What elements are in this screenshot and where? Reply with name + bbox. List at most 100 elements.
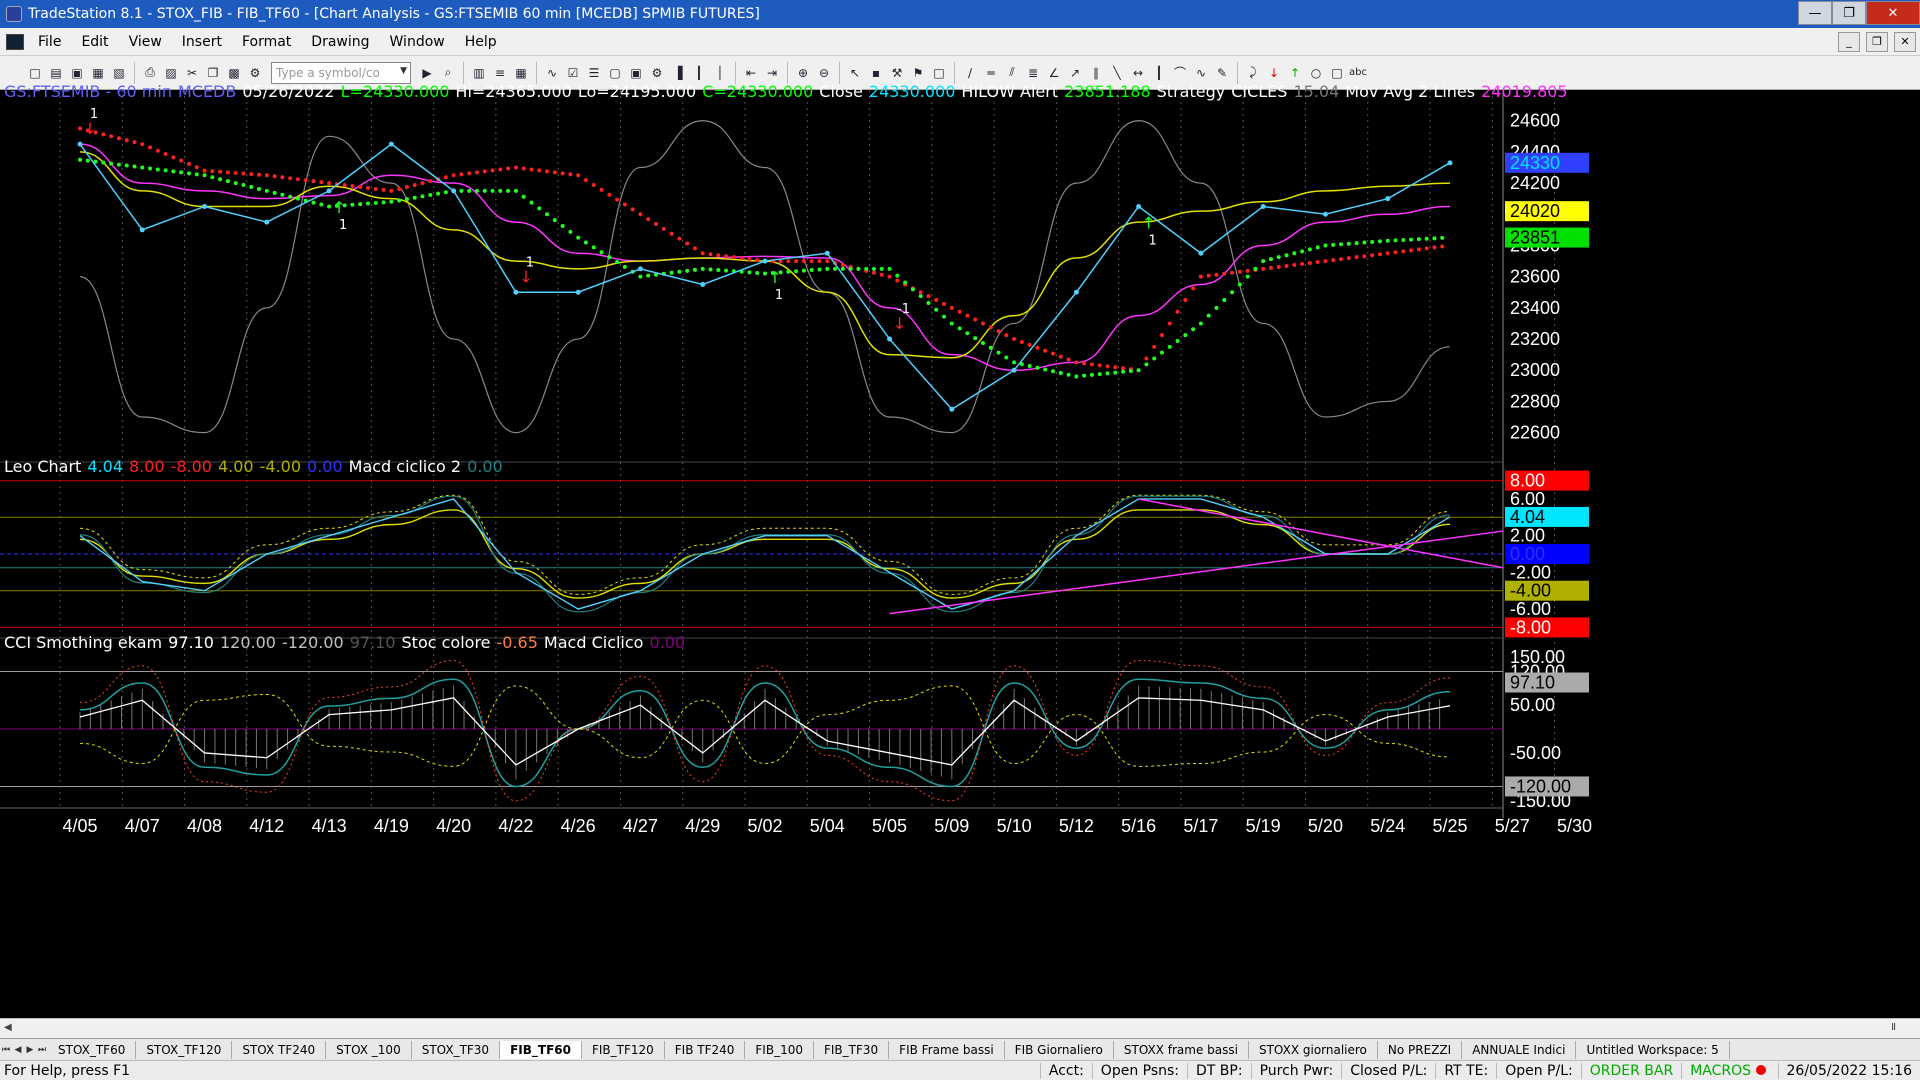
- chart-icon[interactable]: ▥: [470, 64, 488, 82]
- print-icon[interactable]: ⎙: [141, 64, 159, 82]
- menu-drawing[interactable]: Drawing: [301, 34, 379, 50]
- print-preview-icon[interactable]: ▨: [162, 64, 180, 82]
- chart-area[interactable]: 4/05 4/07 4/08 4/12 4/13 4/19 4/20 4/22 4/26 4/27…: [0, 82, 1920, 1018]
- tab-fib-frame-bassi[interactable]: FIB Frame bassi: [889, 1040, 1005, 1059]
- cut-icon[interactable]: ✂: [183, 64, 201, 82]
- scroll-right-icon[interactable]: ⇥: [763, 64, 781, 82]
- vline-icon[interactable]: ┃: [1150, 64, 1168, 82]
- tab-fib-tf60[interactable]: FIB_TF60: [500, 1040, 582, 1059]
- tab-fib-100[interactable]: FIB_100: [745, 1040, 814, 1059]
- tab-next-icon[interactable]: ▶: [24, 1045, 36, 1055]
- hilow-green-dot: [576, 235, 581, 240]
- mdi-close-button[interactable]: ✕: [1894, 31, 1916, 52]
- new-icon[interactable]: □: [26, 64, 44, 82]
- scroll-thumb-icon[interactable]: Ⅱ: [1891, 1022, 1896, 1033]
- tools-icon[interactable]: ⚒: [888, 64, 906, 82]
- hline-icon[interactable]: ═: [982, 64, 1000, 82]
- down-arrow-icon[interactable]: ↓: [1265, 64, 1283, 82]
- menu-view[interactable]: View: [119, 34, 172, 50]
- tab-stox-tf120[interactable]: STOX_TF120: [136, 1040, 233, 1059]
- tab-fib-giornaliero[interactable]: FIB Giornaliero: [1005, 1040, 1114, 1059]
- tab-stox-100[interactable]: STOX _100: [326, 1040, 412, 1059]
- channel-icon[interactable]: ⫽: [1003, 64, 1021, 82]
- menu-window[interactable]: Window: [380, 34, 455, 50]
- trendline-icon[interactable]: ∕: [961, 64, 979, 82]
- save-icon[interactable]: ▣: [68, 64, 86, 82]
- radar-icon[interactable]: ≡: [491, 64, 509, 82]
- text-icon[interactable]: abc: [1349, 64, 1367, 82]
- gann-icon[interactable]: ∠: [1045, 64, 1063, 82]
- ellipse-icon[interactable]: ○: [1307, 64, 1325, 82]
- tab-prev-icon[interactable]: ◀: [12, 1045, 24, 1055]
- speed-icon[interactable]: ↗: [1066, 64, 1084, 82]
- pencil-icon[interactable]: ✎: [1213, 64, 1231, 82]
- strategy-icon[interactable]: ☑: [564, 64, 582, 82]
- zoom-in-icon[interactable]: ⊕: [794, 64, 812, 82]
- menu-edit[interactable]: Edit: [71, 34, 118, 50]
- copy-icon[interactable]: ❐: [204, 64, 222, 82]
- rectangle-icon[interactable]: □: [1328, 64, 1346, 82]
- up-arrow-icon[interactable]: ↑: [1286, 64, 1304, 82]
- order-bar-button[interactable]: ORDER BAR: [1580, 1062, 1681, 1079]
- mdi-restore-button[interactable]: ❐: [1866, 31, 1888, 52]
- alert-icon[interactable]: ⚑: [909, 64, 927, 82]
- candle-icon[interactable]: ┃: [690, 64, 708, 82]
- tab-fib-tf240[interactable]: FIB TF240: [665, 1040, 746, 1059]
- indicator-icon[interactable]: ∿: [543, 64, 561, 82]
- freehand-icon[interactable]: ⤸: [1244, 64, 1262, 82]
- tab-stox-tf30[interactable]: STOX_TF30: [412, 1040, 501, 1059]
- scroll-left-arrow-icon[interactable]: ◀: [4, 1022, 12, 1033]
- tab-untitled-workspace[interactable]: Untitled Workspace: 5: [1576, 1040, 1730, 1059]
- zoom-out-icon[interactable]: ⊖: [815, 64, 833, 82]
- symbol-input[interactable]: Type a symbol/co: [271, 61, 411, 84]
- tab-stox-tf60[interactable]: STOX_TF60: [48, 1040, 137, 1059]
- cci-readout-item: -120.00: [281, 633, 344, 652]
- macros-button[interactable]: MACROS: [1681, 1062, 1777, 1079]
- play-icon[interactable]: ▶: [418, 64, 436, 82]
- options-icon[interactable]: ⚙: [648, 64, 666, 82]
- minimize-button[interactable]: —: [1798, 1, 1832, 25]
- tab-annuale-indici[interactable]: ANNUALE Indici: [1462, 1040, 1577, 1059]
- close-button[interactable]: ✕: [1866, 1, 1920, 25]
- maximize-button[interactable]: ❐: [1832, 1, 1866, 25]
- tab-fib-tf120[interactable]: FIB_TF120: [582, 1040, 665, 1059]
- data-window-icon[interactable]: ▪: [867, 64, 885, 82]
- tab-stoxx-giornaliero[interactable]: STOXX giornaliero: [1249, 1040, 1378, 1059]
- macro-icon[interactable]: ⚙: [246, 64, 264, 82]
- paste-icon[interactable]: ▩: [225, 64, 243, 82]
- window-icon[interactable]: ▢: [606, 64, 624, 82]
- tab-no-prezzi[interactable]: No PREZZI: [1378, 1040, 1463, 1059]
- tab-stoxx-frame-bassi[interactable]: STOXX frame bassi: [1114, 1040, 1249, 1059]
- menu-file[interactable]: File: [28, 34, 71, 50]
- cycle-icon[interactable]: ∿: [1192, 64, 1210, 82]
- mdi-minimize-button[interactable]: _: [1838, 31, 1860, 52]
- arc-icon[interactable]: ⌒: [1171, 64, 1189, 82]
- fib-icon[interactable]: ≣: [1024, 64, 1042, 82]
- arrow-both-icon[interactable]: ↔: [1129, 64, 1147, 82]
- horizontal-scrollbar[interactable]: ◀ Ⅱ: [0, 1018, 1920, 1038]
- chart-window-icon[interactable]: [6, 33, 24, 50]
- tab-fib-tf30[interactable]: FIB_TF30: [814, 1040, 890, 1059]
- parallel-icon[interactable]: ∥: [1087, 64, 1105, 82]
- ohlc-icon[interactable]: │: [711, 64, 729, 82]
- bar-chart-icon[interactable]: ▐: [669, 64, 687, 82]
- close-point: [1385, 196, 1391, 202]
- chart-canvas[interactable]: 4/05 4/07 4/08 4/12 4/13 4/19 4/20 4/22 4/26 4/27…: [0, 90, 1920, 1018]
- menu-help[interactable]: Help: [455, 34, 507, 50]
- tab-stox-tf240[interactable]: STOX TF240: [232, 1040, 327, 1059]
- regression-icon[interactable]: ╲: [1108, 64, 1126, 82]
- open-icon[interactable]: ▤: [47, 64, 65, 82]
- menu-insert[interactable]: Insert: [172, 34, 232, 50]
- menu-format[interactable]: Format: [232, 34, 301, 50]
- analysis-icon[interactable]: ☰: [585, 64, 603, 82]
- folder-icon[interactable]: ▧: [110, 64, 128, 82]
- scroll-left-icon[interactable]: ⇤: [742, 64, 760, 82]
- disabled-icon[interactable]: □: [930, 64, 948, 82]
- grid-icon[interactable]: ▦: [512, 64, 530, 82]
- find-icon[interactable]: ⌕: [439, 64, 457, 82]
- save-all-icon[interactable]: ▦: [89, 64, 107, 82]
- pointer-icon[interactable]: ↖: [846, 64, 864, 82]
- layout-icon[interactable]: ▣: [627, 64, 645, 82]
- tab-last-icon[interactable]: ⏭: [36, 1045, 48, 1055]
- tab-first-icon[interactable]: ⏮: [0, 1045, 12, 1055]
